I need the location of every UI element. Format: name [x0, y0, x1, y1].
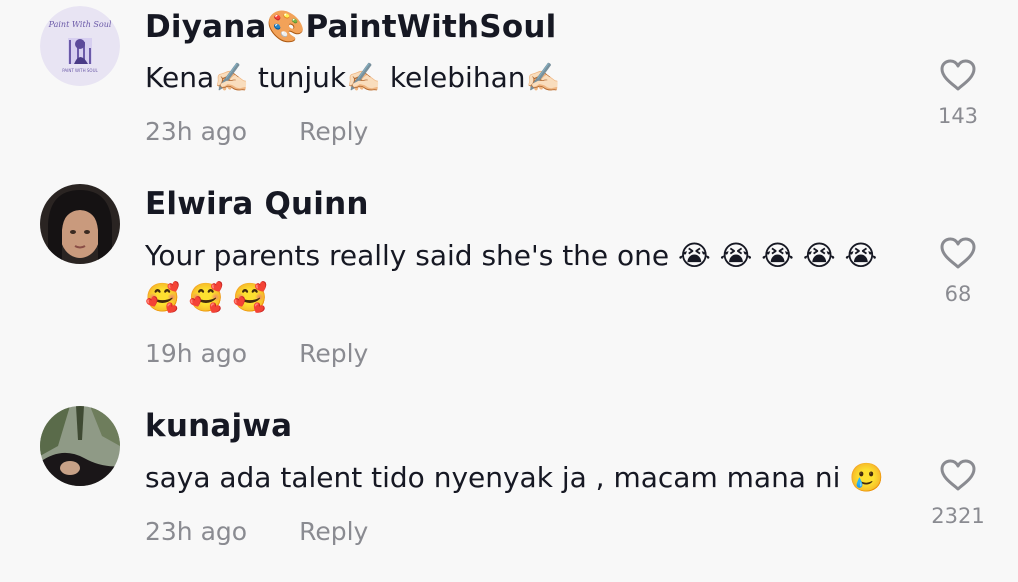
like-button[interactable]: 2321 [918, 458, 998, 528]
comment-text-line: Your parents really said she's the one 😭… [145, 239, 878, 272]
comment-username[interactable]: kunajwa [145, 408, 292, 444]
comment-text: Kena✍🏻 tunjuk✍🏻 kelebihan✍🏻 [145, 61, 561, 94]
comment-timestamp: 23h ago [145, 517, 248, 546]
reply-button[interactable]: Reply [299, 339, 368, 368]
profile-photo-icon [40, 184, 120, 264]
reply-button[interactable]: Reply [299, 117, 368, 146]
like-count: 2321 [931, 504, 985, 528]
comment-text-line: 🥰 🥰 🥰 [145, 281, 268, 314]
reply-button[interactable]: Reply [299, 517, 368, 546]
svg-text:Paint With Soul: Paint With Soul [48, 20, 112, 29]
comment-username[interactable]: Diyana🎨PaintWithSoul [145, 8, 556, 45]
comment-username[interactable]: Elwira Quinn [145, 186, 369, 222]
comment-text: saya ada talent tido nyenyak ja , macam … [145, 461, 885, 494]
comment-timestamp: 23h ago [145, 117, 248, 146]
like-button[interactable]: 143 [918, 58, 998, 128]
avatar[interactable] [40, 184, 120, 264]
comment-meta: 19h ago Reply [145, 339, 368, 368]
like-count: 143 [937, 104, 979, 128]
avatar[interactable]: Paint With Soul PAINT WITH SOUL [40, 6, 120, 86]
avatar[interactable] [40, 406, 120, 486]
heart-icon[interactable] [939, 58, 977, 92]
comment-text: 🥰 🥰 🥰 [145, 277, 267, 319]
profile-photo-icon [40, 406, 120, 486]
comment-meta: 23h ago Reply [145, 117, 368, 146]
paintwithsoul-logo-icon: Paint With Soul PAINT WITH SOUL [40, 6, 120, 86]
like-count: 68 [944, 282, 972, 306]
heart-icon[interactable] [939, 458, 977, 492]
heart-icon[interactable] [939, 236, 977, 270]
like-button[interactable]: 68 [918, 236, 998, 306]
comment-timestamp: 19h ago [145, 339, 248, 368]
comment-meta: 23h ago Reply [145, 517, 368, 546]
comment-text: Your parents really said she's the one 😭… [145, 235, 877, 277]
svg-text:PAINT WITH SOUL: PAINT WITH SOUL [62, 68, 98, 73]
